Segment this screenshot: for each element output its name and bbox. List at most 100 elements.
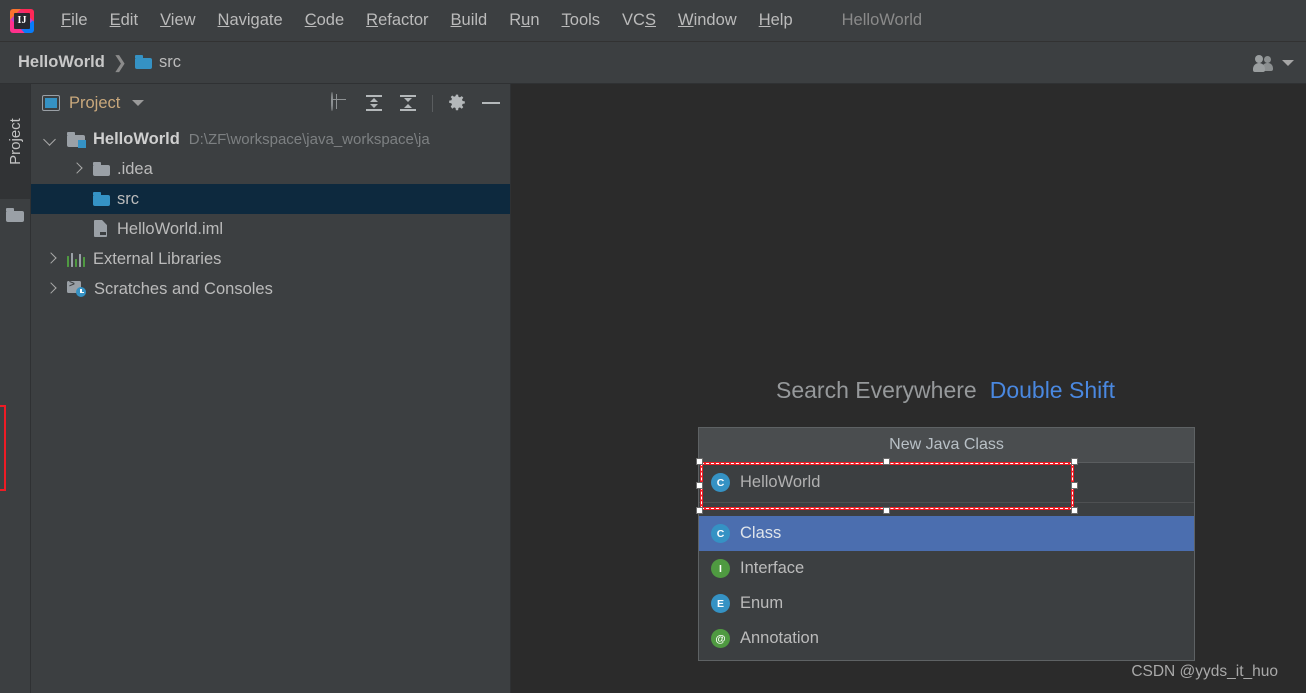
project-tool-window: Project HelloWorld D:\ZF\workspace\java_w… xyxy=(31,84,511,693)
menu-item-refactor[interactable]: Refactor xyxy=(355,8,439,33)
iml-file-icon xyxy=(93,220,109,238)
breadcrumb-item-src[interactable]: src xyxy=(135,53,181,72)
tree-row-src[interactable]: src xyxy=(31,184,510,214)
search-hint-shortcut: Double Shift xyxy=(989,377,1116,403)
mnemonic-letter: V xyxy=(160,11,171,29)
search-hint-label: Search Everywhere xyxy=(776,377,977,403)
mnemonic-letter: T xyxy=(561,11,570,29)
breadcrumb-label: src xyxy=(159,53,182,71)
expand-all-icon[interactable] xyxy=(364,93,384,113)
tree-node-path: D:\ZF\workspace\java_workspace\ja xyxy=(188,130,430,148)
folder-icon-blue xyxy=(93,191,110,206)
class-icon: C xyxy=(711,524,730,543)
mnemonic-letter: C xyxy=(304,11,317,29)
class-kind-label: Enum xyxy=(740,594,784,612)
navbar-right-controls xyxy=(1253,54,1294,72)
chevron-closed-icon[interactable] xyxy=(45,253,57,265)
watermark: CSDN @yyds_it_huo xyxy=(1131,663,1278,680)
class-kind-item-interface[interactable]: I Interface xyxy=(699,551,1194,586)
class-kind-item-annotation[interactable]: @ Annotation xyxy=(699,621,1194,656)
chevron-open-icon[interactable] xyxy=(45,133,57,145)
tree-row-helloworld-iml[interactable]: HelloWorld.iml xyxy=(31,214,510,244)
tree-row-helloworld[interactable]: HelloWorld D:\ZF\workspace\java_workspace… xyxy=(31,124,510,154)
project-panel-toolbar xyxy=(330,92,501,113)
tree-node-label: .idea xyxy=(117,159,153,178)
chevron-closed-icon[interactable] xyxy=(71,163,83,175)
chevron-down-icon[interactable] xyxy=(132,100,145,106)
settings-gear-icon[interactable] xyxy=(447,93,467,113)
navigation-bar: HelloWorld ❯ src xyxy=(0,42,1306,84)
menu-item-build[interactable]: Build xyxy=(440,8,499,33)
menu-item-file[interactable]: File xyxy=(50,8,99,33)
enum-icon: E xyxy=(711,594,730,613)
tree-node-label: Scratches and Consoles xyxy=(94,279,273,298)
chevron-down-icon[interactable] xyxy=(1282,59,1294,66)
mnemonic-letter: R xyxy=(366,11,379,29)
mnemonic-letter: F xyxy=(61,11,72,29)
tree-node-label: HelloWorld xyxy=(93,129,180,148)
tree-node-label: External Libraries xyxy=(93,249,222,268)
tree-arrow-placeholder xyxy=(71,193,83,205)
folder-icon xyxy=(135,55,153,69)
mnemonic-letter: N xyxy=(217,11,230,29)
menu-item-vcs[interactable]: VCS xyxy=(611,8,667,33)
folder-icon[interactable] xyxy=(6,208,24,222)
menu-item-tools[interactable]: Tools xyxy=(551,8,612,33)
class-kind-item-class[interactable]: C Class xyxy=(699,516,1194,551)
mnemonic-letter: B xyxy=(450,11,462,29)
project-tree[interactable]: HelloWorld D:\ZF\workspace\java_workspace… xyxy=(31,122,510,304)
menu-item-edit[interactable]: Edit xyxy=(99,8,149,33)
mnemonic-letter: W xyxy=(677,11,694,29)
tree-row--idea[interactable]: .idea xyxy=(31,154,510,184)
tree-arrow-placeholder xyxy=(71,223,83,235)
mnemonic-letter: H xyxy=(758,11,771,29)
scratches-icon xyxy=(67,279,86,297)
tree-node-label: HelloWorld.iml xyxy=(117,219,224,238)
stripe-button-project[interactable]: Project xyxy=(0,84,30,199)
libraries-icon xyxy=(67,252,86,267)
intellij-idea-window: IJ File Edit View Navigate Code Refactor Build… xyxy=(0,0,1306,693)
class-kind-list[interactable]: C Class I Interface E Enum @ Annotation xyxy=(699,516,1194,660)
interface-icon: I xyxy=(711,559,730,578)
breadcrumb-label: HelloWorld xyxy=(18,53,105,71)
menu-item-navigate[interactable]: Navigate xyxy=(207,8,294,33)
class-kind-label: Annotation xyxy=(740,629,819,647)
intellij-idea-logo-icon: IJ xyxy=(10,8,34,33)
collapse-all-icon[interactable] xyxy=(398,93,418,113)
left-tool-window-stripe: Project xyxy=(0,84,31,693)
tree-row-external-libraries[interactable]: External Libraries xyxy=(31,244,510,274)
menu-bar: IJ File Edit View Navigate Code Refactor Build… xyxy=(0,0,1306,42)
search-everywhere-hint: Search Everywhere Double Shift xyxy=(776,377,1115,404)
locate-target-icon[interactable] xyxy=(330,92,350,113)
tree-row-scratches-and-consoles[interactable]: Scratches and Consoles xyxy=(31,274,510,304)
menu-item-code[interactable]: Code xyxy=(294,8,355,33)
menu-item-view[interactable]: View xyxy=(149,8,206,33)
mnemonic-letter: E xyxy=(109,11,121,29)
project-panel-header: Project xyxy=(31,84,510,122)
class-kind-label: Class xyxy=(740,524,782,542)
project-view-icon xyxy=(42,95,60,111)
menu-item-run[interactable]: Run xyxy=(498,8,550,33)
new-java-class-popup-title: New Java Class xyxy=(699,428,1194,463)
hide-panel-icon[interactable] xyxy=(481,93,501,113)
menu-item-help[interactable]: Help xyxy=(748,8,804,33)
mnemonic-letter: S xyxy=(644,11,656,29)
tree-node-label: src xyxy=(117,189,139,208)
annotation-left-edge-marker xyxy=(0,405,6,491)
class-kind-label: Interface xyxy=(740,559,805,577)
chevron-closed-icon[interactable] xyxy=(45,283,57,295)
menu-items: File Edit View Navigate Code Refactor Build Run… xyxy=(50,8,804,33)
toolbar-divider xyxy=(432,94,433,112)
project-panel-title: Project xyxy=(69,93,121,112)
window-title: HelloWorld xyxy=(841,11,923,29)
module-icon xyxy=(67,131,86,148)
breadcrumb-item-project[interactable]: HelloWorld xyxy=(18,53,105,72)
logo-text: IJ xyxy=(14,12,30,29)
annotation-class-name-input-selection xyxy=(696,458,1078,514)
folder-icon-grey xyxy=(93,161,110,176)
stripe-button-label: Project xyxy=(6,118,24,165)
people-icon[interactable] xyxy=(1253,54,1275,72)
class-kind-item-enum[interactable]: E Enum xyxy=(699,586,1194,621)
menu-item-window[interactable]: Window xyxy=(667,8,748,33)
annotation-icon: @ xyxy=(711,629,730,648)
